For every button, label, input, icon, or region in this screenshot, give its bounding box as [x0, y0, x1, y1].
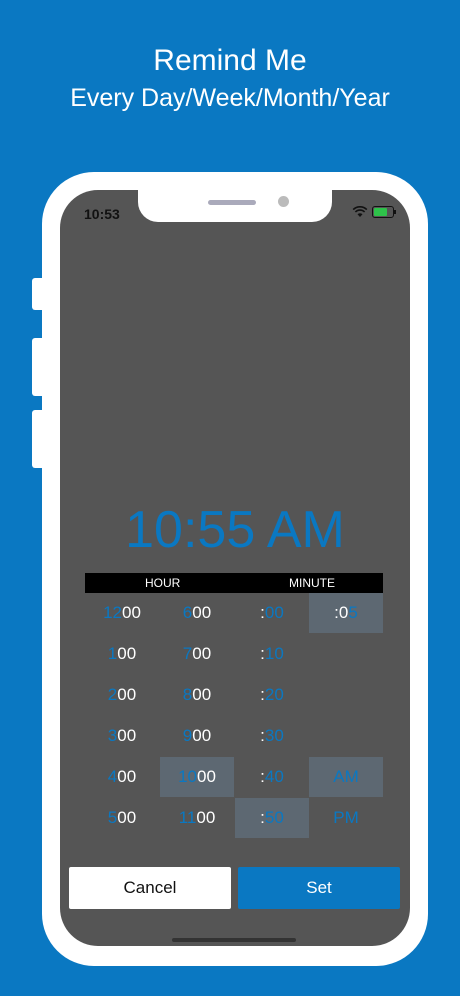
hour-suffix: 00 [192, 644, 212, 663]
hour-number: 6 [182, 603, 193, 622]
hour-option-9[interactable]: 9 00 [160, 716, 234, 756]
wifi-icon [352, 206, 368, 217]
picker-header: HOUR MINUTE [85, 573, 383, 593]
hour-column-label: HOUR [145, 576, 181, 590]
minute-value: 20 [264, 685, 284, 704]
hour-option-12[interactable]: 12 00 [85, 593, 159, 633]
hour-suffix: 00 [117, 644, 137, 663]
minute-ones-option[interactable]: :0 5 [309, 593, 383, 633]
hour-option-3[interactable]: 3 00 [85, 716, 159, 756]
hour-option-7[interactable]: 7 00 [160, 634, 234, 674]
hour-option-11[interactable]: 11 00 [160, 798, 234, 838]
hour-number: 4 [107, 767, 118, 786]
hour-number: 3 [107, 726, 118, 745]
speaker [208, 200, 256, 205]
minute-tens-option-30[interactable]: :30 [235, 716, 309, 756]
minute-value: 30 [264, 726, 284, 745]
minute-value: 5 [348, 603, 358, 622]
hour-number: 2 [107, 685, 118, 704]
ampm-option-am[interactable]: AM [309, 757, 383, 797]
hour-number: 10 [178, 767, 197, 786]
hour-suffix: 00 [117, 685, 137, 704]
minute-value: 40 [264, 767, 284, 786]
hour-option-4[interactable]: 4 00 [85, 757, 159, 797]
hour-suffix: 00 [117, 808, 137, 827]
minute-tens-option-00[interactable]: :00 [235, 593, 309, 633]
selected-time-display: 10:55 AM [125, 501, 345, 559]
hour-number: 12 [103, 603, 122, 622]
hour-option-5[interactable]: 5 00 [85, 798, 159, 838]
minute-value: 10 [264, 644, 284, 663]
ampm-option-pm[interactable]: PM [309, 798, 383, 838]
headline-title: Remind Me [153, 44, 307, 77]
minute-tens-option-20[interactable]: :20 [235, 675, 309, 715]
phone-screen: 10:53 10:55 AM HOUR MINUTE 12 00 1 00 2 00 3 00… [60, 190, 410, 946]
minute-tens-option-40[interactable]: :40 [235, 757, 309, 797]
notch [138, 190, 332, 222]
hour-number: 5 [107, 808, 118, 827]
hour-number: 8 [182, 685, 193, 704]
minute-colon: :0 [334, 603, 349, 622]
home-indicator [172, 938, 296, 942]
hour-number: 1 [107, 644, 118, 663]
hour-suffix: 00 [122, 603, 141, 622]
hour-option-8[interactable]: 8 00 [160, 675, 234, 715]
minute-tens-option-50[interactable]: :50 [235, 798, 309, 838]
minute-tens-option-10[interactable]: :10 [235, 634, 309, 674]
hour-number: 11 [178, 808, 197, 827]
hour-suffix: 00 [192, 685, 212, 704]
ampm-label: PM [333, 808, 359, 827]
battery-charging-icon [372, 206, 396, 218]
minute-value: 00 [264, 603, 284, 622]
hour-option-2[interactable]: 2 00 [85, 675, 159, 715]
hour-suffix: 00 [196, 808, 216, 827]
minute-column-label: MINUTE [289, 576, 335, 590]
status-icons [352, 206, 396, 218]
hour-suffix: 00 [192, 726, 212, 745]
hour-option-10[interactable]: 10 00 [160, 757, 234, 797]
headline-subtitle: Every Day/Week/Month/Year [70, 84, 390, 112]
hour-suffix: 00 [192, 603, 212, 622]
hour-suffix: 00 [117, 726, 137, 745]
hour-suffix: 00 [197, 767, 216, 786]
hour-number: 9 [182, 726, 193, 745]
minute-value: 50 [264, 808, 284, 827]
cancel-button[interactable]: Cancel [69, 867, 231, 909]
hour-suffix: 00 [117, 767, 137, 786]
set-button[interactable]: Set [238, 867, 400, 909]
status-time: 10:53 [84, 206, 120, 222]
hour-number: 7 [182, 644, 193, 663]
camera-icon [278, 196, 289, 207]
hour-option-1[interactable]: 1 00 [85, 634, 159, 674]
hour-option-6[interactable]: 6 00 [160, 593, 234, 633]
ampm-label: AM [333, 767, 359, 786]
